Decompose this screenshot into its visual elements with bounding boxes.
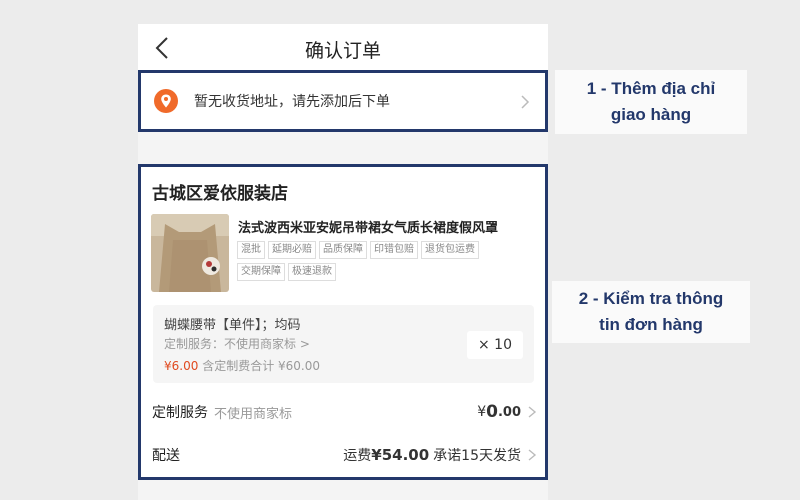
step1-line2: giao hàng	[610, 105, 692, 124]
shipping-info: 运费 ¥54.00 承诺15天发货	[343, 445, 537, 465]
no-address-text: 暂无收货地址，请先添加后下单	[194, 94, 390, 110]
variant-name: 蝴蝶腰带【单件】；均码	[164, 318, 301, 333]
step2-line2: tin đơn hàng	[599, 315, 703, 334]
custom-service-value: 不使用商家标	[214, 406, 293, 422]
currency-symbol: ¥	[477, 404, 487, 420]
service-tag: 交期保障	[237, 263, 285, 281]
chevron-right-icon	[527, 449, 537, 461]
phone-screen: 确认订单 暂无收货地址，请先添加后下单 古城区爱依服装店 法式波西米亚安妮吊带裙…	[138, 24, 548, 500]
step2-callout: 2 - Kiểm tra thông tin đơn hàng	[552, 281, 750, 343]
service-tag: 印错包赔	[370, 241, 418, 259]
product-title[interactable]: 法式波西米亚安妮吊带裙女气质长裙度假风罩	[238, 217, 498, 236]
sku-variant-box: 蝴蝶腰带【单件】；均码 定制服务：不使用商家标 > ¥6.00 含定制费合计 ¥…	[153, 305, 534, 383]
price-total-note: 含定制费合计 ¥60.00	[202, 359, 320, 373]
variant-price: ¥6.00 含定制费合计 ¥60.00	[164, 357, 320, 374]
price-decimal: .00	[497, 404, 521, 420]
step1-line1: 1 - Thêm địa chỉ	[586, 79, 716, 98]
custom-service-link[interactable]: 定制服务：不使用商家标 >	[164, 335, 310, 352]
location-pin-icon	[154, 89, 178, 113]
service-tags: 混批 延期必赔 品质保障 印错包赔 退货包运费 交期保障 极速退款	[237, 241, 527, 281]
shipping-row[interactable]: 配送 运费 ¥54.00 承诺15天发货	[152, 442, 537, 468]
shop-name[interactable]: 古城区爱依服装店	[152, 179, 288, 204]
chevron-right-icon	[527, 406, 537, 418]
service-tag: 退货包运费	[421, 241, 479, 259]
delivery-promise: 承诺15天发货	[433, 448, 521, 464]
product-image[interactable]	[151, 214, 229, 292]
unit-price: ¥6.00	[164, 359, 199, 373]
custom-service-price: ¥ 0 .00	[477, 402, 537, 422]
step1-callout: 1 - Thêm địa chỉ giao hàng	[555, 70, 747, 134]
step2-line1: 2 - Kiểm tra thông	[578, 289, 724, 308]
shipping-label: 配送	[152, 448, 180, 464]
chevron-right-icon	[519, 94, 531, 109]
price-integer: 0	[486, 402, 498, 422]
quantity-field[interactable]: × 10	[467, 331, 523, 359]
custom-service-row[interactable]: 定制服务 不使用商家标 ¥ 0 .00	[152, 399, 537, 425]
custom-service-label: 定制服务	[152, 405, 208, 421]
shipping-fee-value: ¥54.00	[371, 446, 430, 464]
service-tag: 延期必赔	[268, 241, 316, 259]
header-bar: 确认订单	[138, 24, 548, 70]
service-tag: 混批	[237, 241, 265, 259]
service-tag: 极速退款	[288, 263, 336, 281]
order-details-card: 古城区爱依服装店 法式波西米亚安妮吊带裙女气质长裙度假风罩 混批 延期必赔 品质…	[138, 164, 548, 480]
service-tag: 品质保障	[319, 241, 367, 259]
page-title: 确认订单	[304, 40, 381, 62]
shipping-fee-label: 运费	[343, 448, 372, 464]
add-address-row[interactable]: 暂无收货地址，请先添加后下单	[138, 70, 548, 132]
